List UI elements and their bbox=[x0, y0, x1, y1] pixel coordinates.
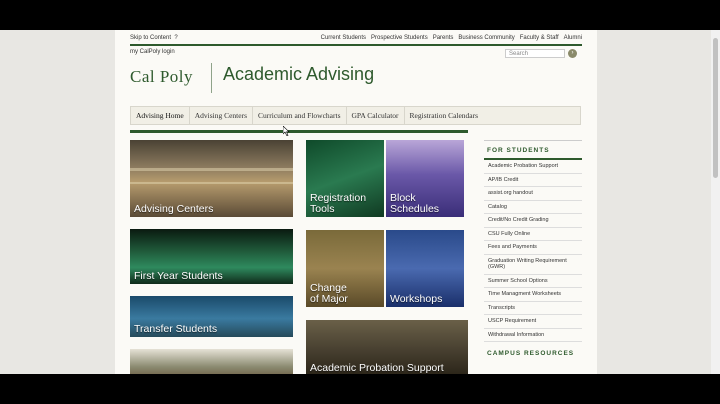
tile-label: Change of Major bbox=[310, 282, 348, 305]
tile-transfer-students[interactable]: Transfer Students bbox=[130, 296, 293, 337]
sidebar-item-withdrawal[interactable]: Withdrawal Information bbox=[484, 329, 582, 342]
nav-advising-home[interactable]: Advising Home bbox=[131, 107, 190, 124]
sidebar-item-transcripts[interactable]: Transcripts bbox=[484, 302, 582, 315]
nav-advising-centers[interactable]: Advising Centers bbox=[190, 107, 254, 124]
search-input[interactable]: Search bbox=[505, 49, 565, 58]
sidebar-item-csu-fully-online[interactable]: CSU Fully Online bbox=[484, 228, 582, 241]
main-nav: Advising Home Advising Centers Curriculu… bbox=[130, 106, 581, 125]
tile-label: Registration Tools bbox=[310, 192, 367, 215]
nav-curriculum-flowcharts[interactable]: Curriculum and Flowcharts bbox=[253, 107, 347, 124]
sidebar-item-assist-handout[interactable]: assist.org handout bbox=[484, 187, 582, 201]
logo-divider bbox=[211, 63, 212, 93]
tile-campus-photo[interactable] bbox=[130, 349, 293, 374]
link-business-community[interactable]: Business Community bbox=[458, 35, 514, 41]
tile-first-year-students[interactable]: First Year Students bbox=[130, 229, 293, 284]
sidebar-item-academic-probation[interactable]: Academic Probation Support bbox=[484, 160, 582, 174]
link-prospective-students[interactable]: Prospective Students bbox=[371, 35, 428, 41]
link-parents[interactable]: Parents bbox=[433, 35, 454, 41]
nav-registration-calendars[interactable]: Registration Calendars bbox=[405, 107, 484, 124]
tile-workshops[interactable]: Workshops bbox=[386, 230, 464, 307]
skip-to-content-link[interactable]: Skip to Content ? bbox=[130, 35, 178, 41]
sidebar-item-summer-school[interactable]: Summer School Options bbox=[484, 275, 582, 288]
sidebar-heading-campus-resources: CAMPUS RESOURCES bbox=[487, 350, 575, 357]
audience-links: Current Students Prospective Students Pa… bbox=[321, 35, 582, 41]
search-submit-button[interactable]: › bbox=[568, 49, 577, 58]
sidebar-item-uscp[interactable]: USCP Requirement bbox=[484, 315, 582, 329]
tile-label: Workshops bbox=[390, 293, 443, 305]
sidebar-item-ap-ib-credit[interactable]: AP/IB Credit bbox=[484, 174, 582, 187]
sidebar-item-fees-payments[interactable]: Fees and Payments bbox=[484, 241, 582, 255]
tile-academic-probation-support[interactable]: Academic Probation Support bbox=[306, 320, 468, 374]
sidebar-for-students: FOR STUDENTS Academic Probation Support … bbox=[484, 140, 582, 357]
tile-advising-centers[interactable]: Advising Centers bbox=[130, 140, 293, 217]
tile-label: First Year Students bbox=[134, 270, 223, 282]
link-alumni[interactable]: Alumni bbox=[564, 35, 582, 41]
cal-poly-logo[interactable]: Cal Poly bbox=[130, 67, 193, 87]
site-title[interactable]: Academic Advising bbox=[223, 64, 374, 85]
sidebar-heading: FOR STUDENTS bbox=[484, 140, 582, 160]
tile-label: Block Schedules bbox=[390, 192, 440, 215]
header-rule bbox=[130, 44, 582, 46]
tile-label: Transfer Students bbox=[134, 323, 218, 335]
scroll-thumb[interactable] bbox=[713, 38, 718, 178]
tile-label: Academic Probation Support bbox=[310, 362, 444, 374]
calpoly-login-link[interactable]: my CalPoly login bbox=[130, 49, 175, 55]
sidebar-item-time-management[interactable]: Time Managment Worksheets bbox=[484, 288, 582, 302]
tile-block-schedules[interactable]: Block Schedules bbox=[386, 140, 464, 217]
tile-registration-tools[interactable]: Registration Tools bbox=[306, 140, 384, 217]
sidebar-item-catalog[interactable]: Catalog bbox=[484, 201, 582, 214]
scrollbar[interactable] bbox=[711, 30, 720, 374]
nav-gpa-calculator[interactable]: GPA Calculator bbox=[347, 107, 405, 124]
tile-change-of-major[interactable]: Change of Major bbox=[306, 230, 384, 307]
nav-underline bbox=[130, 130, 468, 133]
sidebar-item-credit-no-credit[interactable]: Credit/No Credit Grading bbox=[484, 214, 582, 228]
link-current-students[interactable]: Current Students bbox=[321, 35, 366, 41]
tile-label: Advising Centers bbox=[134, 203, 214, 215]
mouse-cursor-icon bbox=[283, 126, 290, 136]
sidebar-item-gwr[interactable]: Graduation Writing Requirement (GWR) bbox=[484, 255, 582, 275]
link-faculty-staff[interactable]: Faculty & Staff bbox=[520, 35, 559, 41]
